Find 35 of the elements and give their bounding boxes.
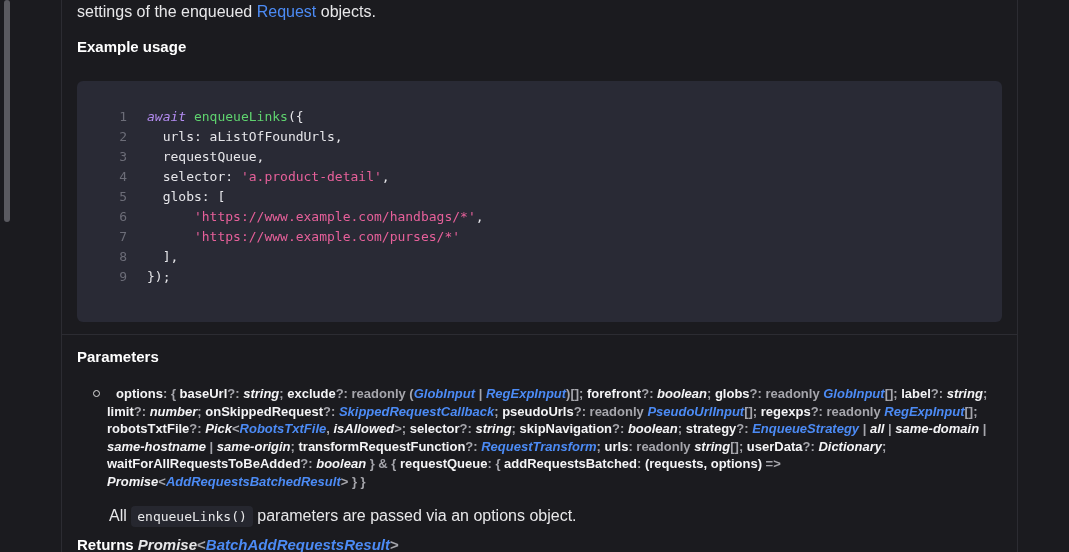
line-number: 8 — [118, 248, 128, 264]
scrollbar-thumb[interactable] — [4, 0, 10, 222]
type-link[interactable]: AddRequestsBatchedResult — [165, 473, 341, 489]
type-link[interactable]: RequestTransform — [481, 438, 597, 454]
section-heading: Example usage — [77, 37, 188, 57]
code-line: ], — [161, 248, 179, 264]
parameter-signature: options: { baseUrl?: string; exclude?: readonly (GlobInput | RegExpInput)[]; forefront?: boolean; globs?: readonly GlobInput[]; label?: string; limit?: number; onSkippedRequest?: SkippedRequestCallback; pseudoUrls?: readonly PseudoUrlInput[]; regexps?: readonly RegExpInput[]; robotsTxtFile?: Pick<RobotsTxtFile, isAllowed>; selector?: string; skipNavigation?: boolean; strategy?: EnqueueStrategy | all | same-domain | same-hostname | same-origin; transformRequestFunction?: RequestTransform; urls: readonly string[]; userData?: Dictionary; waitForAllRequestsToBeAdded?: boolean } & { requestQueue: { addRequestsBatched: (requests, options) => Promise<AddRequestsBatchedResult> } } — [107, 385, 989, 490]
type-link[interactable]: PseudoUrlInput — [647, 403, 745, 419]
line-number: 5 — [118, 188, 128, 204]
type-link[interactable]: EnqueueStrategy — [752, 421, 860, 436]
code-line: 'https://www.example.com/purses/*' — [192, 228, 461, 244]
code-line: requestQueue, — [161, 148, 265, 164]
line-number: 7 — [118, 228, 128, 244]
line-number: 9 — [118, 268, 128, 284]
line-number: 2 — [118, 128, 128, 144]
code-line: 'https://www.example.com/handbags/*', — [192, 208, 484, 224]
intro-paragraph: settings of the enqueued Request objects. — [77, 2, 377, 22]
code-line: }); — [147, 268, 171, 284]
type-link[interactable]: GlobInput — [823, 386, 885, 401]
line-number: 1 — [118, 108, 128, 124]
parameter-description: All enqueueLinks() parameters are passed via an options object. — [109, 504, 1002, 529]
code-line: globs: [ — [161, 188, 226, 204]
request-link[interactable]: Request — [256, 3, 317, 20]
type-link[interactable]: GlobInput — [413, 386, 476, 401]
code-line: await enqueueLinks({ — [147, 108, 304, 124]
inline-code: enqueueLinks() — [131, 506, 253, 527]
code-line: urls: aListOfFoundUrls, — [161, 128, 343, 144]
type-link[interactable]: RegExpInput — [884, 403, 965, 419]
line-number: 4 — [118, 168, 128, 184]
type-link[interactable]: RegExpInput — [485, 386, 567, 401]
type-link[interactable]: SkippedRequestCallback — [338, 403, 495, 419]
section-heading: Parameters — [77, 347, 160, 367]
line-number: 6 — [118, 208, 128, 224]
code-line: selector: 'a.product-detail', — [161, 168, 390, 184]
line-number: 3 — [118, 148, 128, 164]
